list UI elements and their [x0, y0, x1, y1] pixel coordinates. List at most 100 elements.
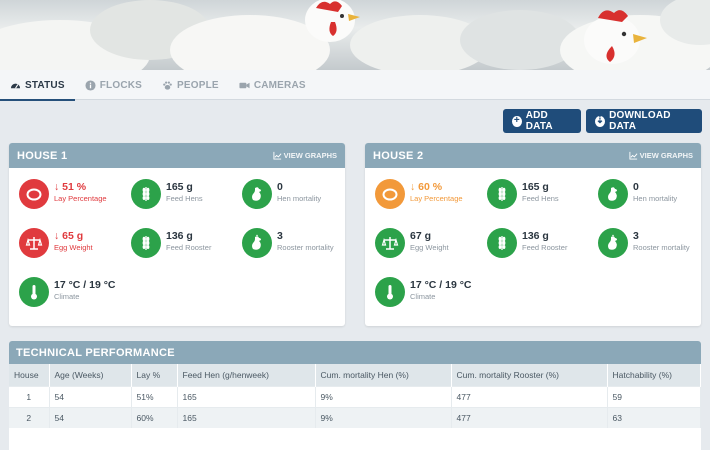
- chart-icon: [273, 151, 282, 160]
- metric-label: Feed Hens: [166, 194, 203, 203]
- wheat-icon: [131, 179, 161, 209]
- wheat-icon: [487, 179, 517, 209]
- scale-icon: [375, 228, 405, 258]
- tab-label: FLOCKS: [99, 79, 143, 91]
- column-header: Feed Hen (g/henweek): [177, 364, 316, 386]
- table-cell: 165: [177, 406, 316, 428]
- panel-title: HOUSE 1: [17, 149, 68, 162]
- wheat-icon: [131, 228, 161, 258]
- metric-value: 17 °C / 19 °C: [410, 279, 472, 291]
- metric-label: Feed Rooster: [522, 243, 568, 252]
- hen-icon: [598, 179, 628, 209]
- metric-hen-mortality: 0 Hen mortality: [598, 179, 693, 209]
- metric-feed-rooster: 136 g Feed Rooster: [131, 228, 226, 258]
- metric-label: Hen mortality: [633, 194, 678, 203]
- tab-people[interactable]: PEOPLE: [152, 70, 229, 100]
- metric-value: 136 g: [166, 230, 193, 242]
- button-label: DOWNLOAD DATA: [609, 110, 671, 132]
- rooster-icon: [242, 228, 272, 258]
- hens-photo: [0, 0, 710, 70]
- house-panel-1: HOUSE 1 VIEW GRAPHS ↓ 51 % Lay Percentag…: [9, 143, 345, 326]
- info-icon: [85, 79, 96, 91]
- tab-cameras[interactable]: CAMERAS: [229, 70, 316, 100]
- metric-egg-weight: 67 g Egg Weight: [375, 228, 470, 258]
- column-header: Age (Weeks): [49, 364, 132, 386]
- metric-value: 0: [633, 181, 639, 193]
- view-graphs-link[interactable]: VIEW GRAPHS: [273, 151, 337, 160]
- technical-performance-panel: TECHNICAL PERFORMANCE House Age (Weeks) …: [9, 341, 701, 450]
- view-graphs-label: VIEW GRAPHS: [283, 151, 337, 160]
- metric-label: Egg Weight: [410, 243, 449, 252]
- metric-value: 136 g: [522, 230, 549, 242]
- metric-label: Hen mortality: [277, 194, 322, 203]
- column-header: Cum. mortality Rooster (%): [451, 364, 608, 386]
- metric-label: Rooster mortality: [277, 243, 334, 252]
- table-cell: 63: [607, 406, 701, 428]
- metric-rooster-mortality: 3 Rooster mortality: [242, 228, 337, 258]
- metric-value: 165 g: [522, 181, 549, 193]
- tab-label: PEOPLE: [177, 79, 219, 91]
- metric-lay-percentage: ↓ 51 % Lay Percentage: [19, 179, 114, 209]
- plus-icon: +: [512, 115, 522, 127]
- view-graphs-label: VIEW GRAPHS: [639, 151, 693, 160]
- camera-icon: [239, 80, 250, 91]
- thermometer-icon: [375, 277, 405, 307]
- add-data-button[interactable]: + ADD DATA: [503, 109, 581, 133]
- panel-title: HOUSE 2: [373, 149, 424, 162]
- metric-feed-rooster: 136 g Feed Rooster: [487, 228, 582, 258]
- metric-label: Feed Hens: [522, 194, 559, 203]
- view-graphs-link[interactable]: VIEW GRAPHS: [629, 151, 693, 160]
- paw-icon: [162, 80, 173, 91]
- metric-label: Egg Weight: [54, 243, 93, 252]
- table-cell: 1: [9, 385, 50, 407]
- tab-status[interactable]: STATUS: [0, 70, 75, 101]
- dashboard-icon: [10, 80, 21, 91]
- metric-label: Feed Rooster: [166, 243, 212, 252]
- metric-hen-mortality: 0 Hen mortality: [242, 179, 337, 209]
- column-header: Cum. mortality Hen (%): [315, 364, 452, 386]
- column-header: Lay %: [131, 364, 178, 386]
- chart-icon: [629, 151, 638, 160]
- metric-label: Rooster mortality: [633, 243, 690, 252]
- metric-climate: 17 °C / 19 °C Climate: [375, 277, 472, 307]
- house-panel-2: HOUSE 2 VIEW GRAPHS ↓ 60 % Lay Percentag…: [365, 143, 701, 326]
- table-cell: 60%: [131, 406, 178, 428]
- scale-icon: [19, 228, 49, 258]
- table-cell: 165: [177, 385, 316, 407]
- thermometer-icon: [19, 277, 49, 307]
- hen-icon: [242, 179, 272, 209]
- download-icon: ⇣: [595, 115, 606, 127]
- table-cell: 51%: [131, 385, 178, 407]
- metric-label: Lay Percentage: [54, 194, 107, 203]
- metric-value: ↓ 65 g: [54, 230, 84, 242]
- table-header-row: House Age (Weeks) Lay % Feed Hen (g/henw…: [9, 364, 701, 386]
- table-cell: 2: [9, 406, 50, 428]
- button-label: ADD DATA: [525, 110, 553, 132]
- metric-feed-hens: 165 g Feed Hens: [131, 179, 226, 209]
- metric-egg-weight: ↓ 65 g Egg Weight: [19, 228, 114, 258]
- table-cell: 9%: [315, 385, 452, 407]
- metric-value: 165 g: [166, 181, 193, 193]
- egg-icon: [375, 179, 405, 209]
- tab-label: STATUS: [25, 79, 65, 91]
- panel-header: HOUSE 1 VIEW GRAPHS: [9, 143, 345, 168]
- table-cell: 477: [451, 406, 608, 428]
- table-cell: 59: [607, 385, 701, 407]
- table-cell: 54: [49, 385, 132, 407]
- metric-value: 3: [277, 230, 283, 242]
- header-banner: [0, 0, 710, 70]
- table-cell: 477: [451, 385, 608, 407]
- column-header: Hatchability (%): [607, 364, 701, 386]
- main-tabs: STATUS FLOCKS PEOPLE CAMERAS: [0, 70, 710, 101]
- metric-label: Lay Percentage: [410, 194, 463, 203]
- metric-lay-percentage: ↓ 60 % Lay Percentage: [375, 179, 470, 209]
- tab-flocks[interactable]: FLOCKS: [75, 70, 152, 100]
- metric-value: 0: [277, 181, 283, 193]
- download-data-button[interactable]: ⇣ DOWNLOAD DATA: [586, 109, 702, 133]
- metric-climate: 17 °C / 19 °C Climate: [19, 277, 116, 307]
- metric-value: 17 °C / 19 °C: [54, 279, 116, 291]
- wheat-icon: [487, 228, 517, 258]
- panel-header: HOUSE 2 VIEW GRAPHS: [365, 143, 701, 168]
- panel-title: TECHNICAL PERFORMANCE: [9, 341, 701, 364]
- column-header: House: [9, 364, 50, 386]
